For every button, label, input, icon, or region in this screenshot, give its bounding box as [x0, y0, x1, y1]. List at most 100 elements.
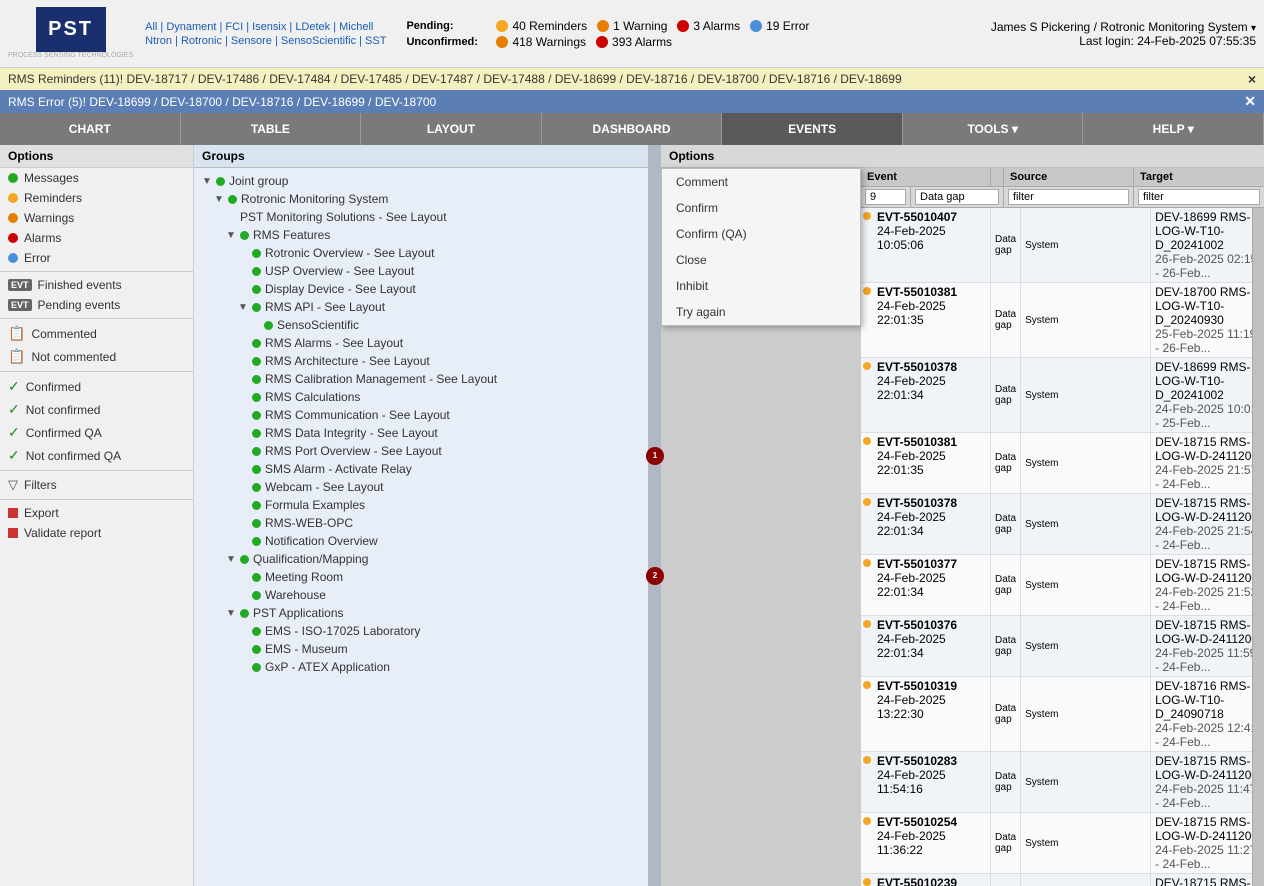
tree-item-sensoscientific[interactable]: SensoScientific [194, 316, 648, 334]
row-time: 24-Feb-202513:22:30 [877, 693, 986, 721]
filter-id-input[interactable] [865, 189, 906, 205]
tab-tools[interactable]: TOOLS ▾ [903, 113, 1084, 145]
tab-layout[interactable]: LAYOUT [361, 113, 542, 145]
context-menu-inhibit[interactable]: Inhibit [662, 273, 860, 299]
sidebar-item-validate-report[interactable]: Validate report [0, 523, 193, 543]
sidebar-item-finished-events[interactable]: EVT Finished events [0, 275, 193, 295]
tab-events[interactable]: EVENTS [722, 113, 903, 145]
tree-label-webcam: Webcam - See Layout [265, 480, 384, 494]
sidebar-item-not-commented[interactable]: 📋 Not commented [0, 345, 193, 368]
right-panel: Options Comment Confirm Confirm (QA) Clo… [661, 145, 1264, 886]
nav-row2[interactable]: Ntron | Rotronic | Sensore | SensoScient… [145, 35, 386, 47]
reminder-alert-close[interactable]: × [1248, 71, 1256, 87]
table-row[interactable]: EVT-55010376 24-Feb-202522:01:34 Data ga… [861, 616, 1264, 677]
tree-item-rms-api[interactable]: ▼ RMS API - See Layout [194, 298, 648, 316]
tree-item-rotronic[interactable]: ▼ Rotronic Monitoring System [194, 190, 648, 208]
table-row[interactable]: EVT-55010378 24-Feb-202522:01:34 Data ga… [861, 358, 1264, 433]
sidebar-item-confirmed[interactable]: ✓ Confirmed [0, 375, 193, 398]
nav-links: All | Dynament | FCI | Isensix | LDetek … [145, 21, 386, 47]
sidebar-item-reminders[interactable]: Reminders [0, 188, 193, 208]
tree-item-sms-alarm[interactable]: SMS Alarm - Activate Relay [194, 460, 648, 478]
row-event-id: EVT-55010407 [877, 210, 986, 224]
context-menu-confirm-qa[interactable]: Confirm (QA) [662, 221, 860, 247]
error-alert-close[interactable]: ✕ [1244, 93, 1256, 110]
table-row[interactable]: EVT-55010381 24-Feb-202522:01:35 Data ga… [861, 283, 1264, 358]
sidebar-item-not-confirmed[interactable]: ✓ Not confirmed [0, 398, 193, 421]
sidebar-item-warnings[interactable]: Warnings [0, 208, 193, 228]
tree-item-pst-monitoring[interactable]: PST Monitoring Solutions - See Layout [194, 208, 648, 226]
tree-item-ems-museum[interactable]: EMS - Museum [194, 640, 648, 658]
tree-item-formula[interactable]: Formula Examples [194, 496, 648, 514]
filter-event-cell[interactable] [911, 187, 1004, 207]
sidebar-item-alarms[interactable]: Alarms [0, 228, 193, 248]
tree-item-usp-overview[interactable]: USP Overview - See Layout [194, 262, 648, 280]
unconfirmed-label: Unconfirmed: [406, 36, 486, 48]
username[interactable]: James S Pickering / Rotronic Monitoring … [991, 20, 1256, 34]
sidebar-item-messages[interactable]: Messages [0, 168, 193, 188]
tree-item-rotronic-overview[interactable]: Rotronic Overview - See Layout [194, 244, 648, 262]
filter-target-input[interactable] [1138, 189, 1260, 205]
tree-item-rms-calculations[interactable]: RMS Calculations [194, 388, 648, 406]
tree-item-meeting-room[interactable]: Meeting Room [194, 568, 648, 586]
scroll-divider[interactable]: 1 2 [649, 145, 661, 886]
context-menu-close[interactable]: Close [662, 247, 860, 273]
row-time: 24-Feb-202511:36:22 [877, 829, 986, 857]
row-date-range: 25-Feb-2025 11:19:07 - 26-Feb... [1155, 327, 1264, 355]
tree-item-rms-web-opc[interactable]: RMS-WEB-OPC [194, 514, 648, 532]
filter-source-input[interactable] [1008, 189, 1129, 205]
tab-dashboard[interactable]: DASHBOARD [542, 113, 723, 145]
tree-item-rms-features[interactable]: ▼ RMS Features [194, 226, 648, 244]
sidebar-item-export[interactable]: Export [0, 503, 193, 523]
filter-target-cell[interactable] [1134, 187, 1264, 207]
tree-item-notification[interactable]: Notification Overview [194, 532, 648, 550]
tab-chart[interactable]: CHART [0, 113, 181, 145]
tree-item-rms-port[interactable]: RMS Port Overview - See Layout [194, 442, 648, 460]
row-target-text: DEV-18715 RMS-LOG-W-D-241120019 [1155, 496, 1264, 524]
tree-item-rms-calibration[interactable]: RMS Calibration Management - See Layout [194, 370, 648, 388]
nav-row1[interactable]: All | Dynament | FCI | Isensix | LDetek … [145, 21, 386, 33]
table-row[interactable]: EVT-55010378 24-Feb-202522:01:34 Data ga… [861, 494, 1264, 555]
sidebar-item-not-confirmed-qa[interactable]: ✓ Not confirmed QA [0, 444, 193, 467]
scrollbar[interactable] [1252, 208, 1264, 886]
tree-item-warehouse[interactable]: Warehouse [194, 586, 648, 604]
sidebar-item-commented[interactable]: 📋 Commented [0, 322, 193, 345]
tab-table[interactable]: TABLE [181, 113, 362, 145]
tree-item-rms-alarms[interactable]: RMS Alarms - See Layout [194, 334, 648, 352]
tree-item-display-device[interactable]: Display Device - See Layout [194, 280, 648, 298]
tree-item-webcam[interactable]: Webcam - See Layout [194, 478, 648, 496]
groups-content: ▼ Joint group ▼ Rotronic Monitoring Syst… [194, 168, 648, 886]
tree-label-ems-iso: EMS - ISO-17025 Laboratory [265, 624, 420, 638]
row-id: EVT-55010239 24-Feb-202511:26:09 [873, 874, 991, 886]
tree-item-joint-group[interactable]: ▼ Joint group [194, 172, 648, 190]
table-row[interactable]: EVT-55010381 24-Feb-202522:01:35 Data ga… [861, 433, 1264, 494]
sidebar-item-error[interactable]: Error [0, 248, 193, 268]
tree-dot-rms-api [252, 303, 261, 312]
table-row[interactable]: EVT-55010377 24-Feb-202522:01:34 Data ga… [861, 555, 1264, 616]
filter-event-input[interactable] [915, 189, 999, 205]
sidebar-item-filters[interactable]: ▽ Filters [0, 474, 193, 496]
tree-dot-usp [252, 267, 261, 276]
sidebar-item-pending-events[interactable]: EVT Pending events [0, 295, 193, 315]
tree-item-qualification[interactable]: ▼ Qualification/Mapping [194, 550, 648, 568]
table-row[interactable]: EVT-55010239 24-Feb-202511:26:09 Data ga… [861, 874, 1264, 886]
filter-source-cell[interactable] [1004, 187, 1134, 207]
filter-id-cell[interactable] [861, 187, 911, 207]
tree-item-rms-communication[interactable]: RMS Communication - See Layout [194, 406, 648, 424]
table-row[interactable]: EVT-55010407 24-Feb-202510:05:06 Data ga… [861, 208, 1264, 283]
sidebar-item-confirmed-qa[interactable]: ✓ Confirmed QA [0, 421, 193, 444]
tree-item-rms-data-integrity[interactable]: RMS Data Integrity - See Layout [194, 424, 648, 442]
tab-help[interactable]: HELP ▾ [1083, 113, 1264, 145]
tree-item-gxp-atex[interactable]: GxP - ATEX Application [194, 658, 648, 676]
tree-item-pst-applications[interactable]: ▼ PST Applications [194, 604, 648, 622]
user-info: James S Pickering / Rotronic Monitoring … [991, 20, 1256, 48]
tree-item-ems-iso[interactable]: EMS - ISO-17025 Laboratory [194, 622, 648, 640]
table-row[interactable]: EVT-55010283 24-Feb-202511:54:16 Data ga… [861, 752, 1264, 813]
context-menu-confirm[interactable]: Confirm [662, 195, 860, 221]
table-row[interactable]: EVT-55010254 24-Feb-202511:36:22 Data ga… [861, 813, 1264, 874]
context-menu-try-again[interactable]: Try again [662, 299, 860, 325]
unconfirmed-alarms: 393 Alarms [612, 35, 672, 49]
context-menu-comment[interactable]: Comment [662, 169, 860, 195]
row-event: Data gap [991, 874, 1021, 886]
tree-item-rms-architecture[interactable]: RMS Architecture - See Layout [194, 352, 648, 370]
table-row[interactable]: EVT-55010319 24-Feb-202513:22:30 Data ga… [861, 677, 1264, 752]
